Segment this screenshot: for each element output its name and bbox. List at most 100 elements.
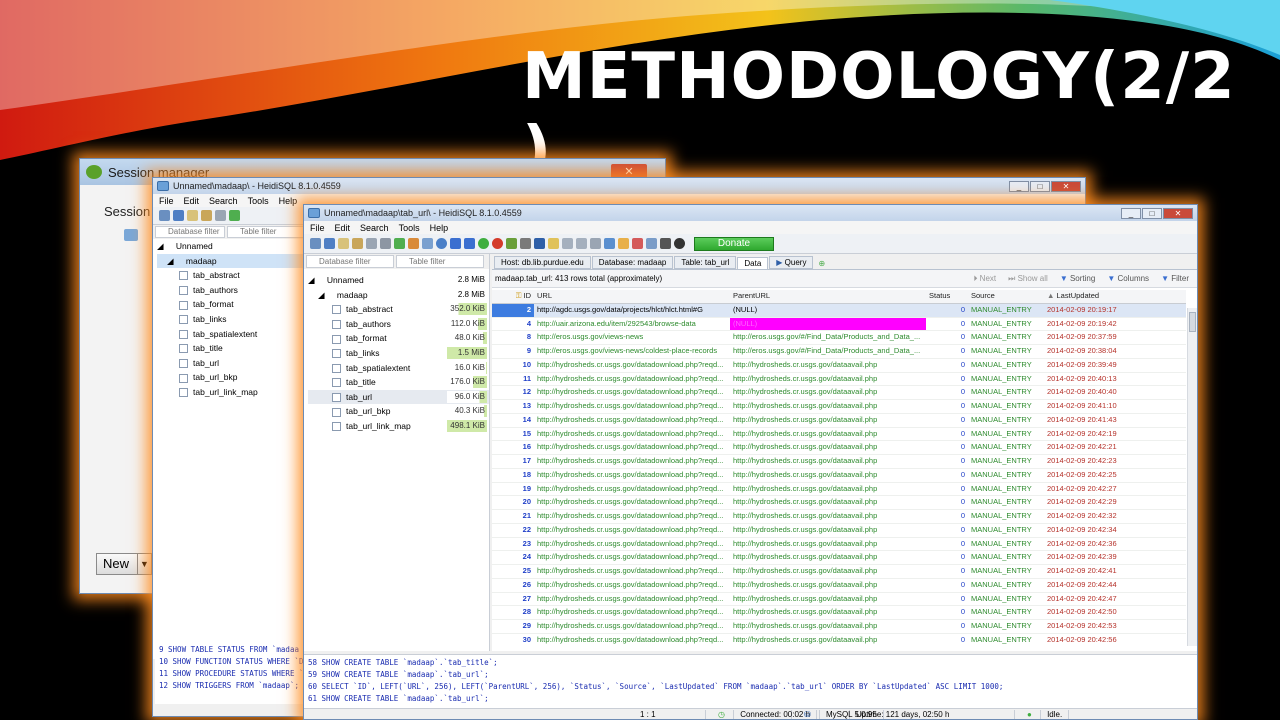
sorting-button[interactable]: ▼ Sorting bbox=[1060, 274, 1096, 284]
table-cell-parenturl[interactable]: http://hydrosheds.cr.usgs.gov/dataavail.… bbox=[730, 550, 926, 565]
tree-table[interactable]: tab_spatialextent bbox=[157, 327, 303, 342]
table-cell-id[interactable]: 23 bbox=[492, 537, 534, 552]
tree-table[interactable]: tab_url 96.0 KiB bbox=[308, 389, 489, 405]
save-sql-icon[interactable] bbox=[576, 238, 587, 249]
table-cell-status[interactable]: 0 bbox=[926, 509, 968, 524]
table-row[interactable]: 15 http://hydrosheds.cr.usgs.gov/datadown… bbox=[492, 427, 1186, 442]
export-icon[interactable] bbox=[422, 238, 433, 249]
format-icon[interactable] bbox=[604, 238, 615, 249]
table-cell-id[interactable]: 21 bbox=[492, 509, 534, 524]
table-cell-status[interactable]: 0 bbox=[926, 372, 968, 387]
table-cell-parenturl[interactable]: http://hydrosheds.cr.usgs.gov/dataavail.… bbox=[730, 495, 926, 510]
table-row[interactable]: 18 http://hydrosheds.cr.usgs.gov/datadown… bbox=[492, 468, 1186, 483]
menu-tools[interactable]: Tools bbox=[399, 223, 420, 233]
tree-server[interactable]: ◢ Unnamed 2.8 MiB bbox=[308, 273, 489, 288]
table-cell-status[interactable]: 0 bbox=[926, 317, 968, 332]
table-row[interactable]: 2 http://agdc.usgs.gov/data/projects/hlct… bbox=[492, 303, 1186, 318]
table-cell-url[interactable]: http://uair.arizona.edu/item/292543/brow… bbox=[534, 317, 730, 332]
table-cell-source[interactable]: MANUAL_ENTRY bbox=[968, 427, 1044, 442]
column-header-lastupdated[interactable]: ▲ LastUpdated bbox=[1044, 290, 1132, 304]
table-cell-lastupdated[interactable]: 2014-02-09 20:42:19 bbox=[1044, 427, 1132, 442]
column-header-parenturl[interactable]: ParentURL bbox=[730, 290, 926, 304]
highlight-icon[interactable] bbox=[632, 238, 643, 249]
table-row[interactable]: 22 http://hydrosheds.cr.usgs.gov/datadown… bbox=[492, 523, 1186, 538]
tree-table[interactable]: tab_title bbox=[157, 341, 303, 356]
table-cell-url[interactable]: http://hydrosheds.cr.usgs.gov/datadownlo… bbox=[534, 619, 730, 634]
table-cell-parenturl[interactable]: http://hydrosheds.cr.usgs.gov/dataavail.… bbox=[730, 578, 926, 593]
table-cell-url[interactable]: http://hydrosheds.cr.usgs.gov/datadownlo… bbox=[534, 495, 730, 510]
new-tab-icon[interactable]: ⊕ bbox=[814, 258, 829, 269]
menu-file[interactable]: File bbox=[310, 223, 325, 233]
table-cell-url[interactable]: http://hydrosheds.cr.usgs.gov/datadownlo… bbox=[534, 427, 730, 442]
table-cell-lastupdated[interactable]: 2014-02-09 20:19:42 bbox=[1044, 317, 1132, 332]
table-cell-status[interactable]: 0 bbox=[926, 633, 968, 646]
table-cell-id[interactable]: 11 bbox=[492, 372, 534, 387]
insert-record-icon[interactable] bbox=[478, 238, 489, 249]
table-cell-id[interactable]: 16 bbox=[492, 440, 534, 455]
filter-button[interactable]: ▼ Filter bbox=[1161, 274, 1189, 284]
tree-table[interactable]: tab_links 1.5 MiB bbox=[308, 346, 489, 361]
database-filter-input[interactable]: Database filter bbox=[155, 226, 225, 238]
table-cell-lastupdated[interactable]: 2014-02-09 20:42:44 bbox=[1044, 578, 1132, 593]
table-cell-status[interactable]: 0 bbox=[926, 454, 968, 469]
table-cell-source[interactable]: MANUAL_ENTRY bbox=[968, 482, 1044, 497]
menu-file[interactable]: File bbox=[159, 196, 174, 206]
table-cell-lastupdated[interactable]: 2014-02-09 20:42:47 bbox=[1044, 592, 1132, 607]
table-cell-source[interactable]: MANUAL_ENTRY bbox=[968, 344, 1044, 359]
table-cell-lastupdated[interactable]: 2014-02-09 20:42:29 bbox=[1044, 495, 1132, 510]
tree-table[interactable]: tab_authors 112.0 KiB bbox=[308, 317, 489, 332]
table-cell-parenturl[interactable]: http://hydrosheds.cr.usgs.gov/dataavail.… bbox=[730, 633, 926, 646]
columns-button[interactable]: ▼ Columns bbox=[1107, 274, 1149, 284]
maximize-button[interactable]: □ bbox=[1030, 180, 1050, 192]
table-cell-id[interactable]: 13 bbox=[492, 399, 534, 414]
table-cell-lastupdated[interactable]: 2014-02-09 20:42:27 bbox=[1044, 482, 1132, 497]
table-cell-url[interactable]: http://agdc.usgs.gov/data/projects/hlct/… bbox=[534, 303, 730, 318]
paste-icon[interactable] bbox=[352, 238, 363, 249]
copy-icon[interactable] bbox=[187, 210, 198, 221]
table-cell-source[interactable]: MANUAL_ENTRY bbox=[968, 592, 1044, 607]
donate-button[interactable]: Donate bbox=[694, 236, 774, 251]
close-button[interactable]: ✕ bbox=[1163, 207, 1193, 219]
menu-help[interactable]: Help bbox=[279, 196, 298, 206]
table-cell-id[interactable]: 14 bbox=[492, 413, 534, 428]
first-record-icon[interactable] bbox=[450, 238, 461, 249]
maximize-button[interactable]: □ bbox=[1142, 207, 1162, 219]
stop-icon[interactable] bbox=[674, 238, 685, 249]
tree-table[interactable]: tab_abstract bbox=[157, 268, 303, 283]
table-cell-lastupdated[interactable]: 2014-02-09 20:42:39 bbox=[1044, 550, 1132, 565]
tree-table[interactable]: tab_abstract 352.0 KiB bbox=[308, 302, 489, 317]
chevron-down-icon[interactable]: ▼ bbox=[137, 554, 151, 574]
table-cell-url[interactable]: http://hydrosheds.cr.usgs.gov/datadownlo… bbox=[534, 413, 730, 428]
table-cell-lastupdated[interactable]: 2014-02-09 20:42:56 bbox=[1044, 633, 1132, 646]
table-cell-status[interactable]: 0 bbox=[926, 303, 968, 318]
table-cell-parenturl[interactable]: http://hydrosheds.cr.usgs.gov/dataavail.… bbox=[730, 509, 926, 524]
post-icon[interactable] bbox=[506, 238, 517, 249]
table-cell-url[interactable]: http://eros.usgs.gov/views-news/coldest-… bbox=[534, 344, 730, 359]
table-cell-url[interactable]: http://hydrosheds.cr.usgs.gov/datadownlo… bbox=[534, 482, 730, 497]
table-cell-id[interactable]: 19 bbox=[492, 482, 534, 497]
table-cell-parenturl[interactable]: http://hydrosheds.cr.usgs.gov/dataavail.… bbox=[730, 399, 926, 414]
table-cell-status[interactable]: 0 bbox=[926, 413, 968, 428]
tree-table[interactable]: tab_authors bbox=[157, 283, 303, 298]
table-row[interactable]: 17 http://hydrosheds.cr.usgs.gov/datadown… bbox=[492, 454, 1186, 469]
tree-table[interactable]: tab_title 176.0 KiB bbox=[308, 375, 489, 390]
close-button[interactable]: ✕ bbox=[1051, 180, 1081, 192]
table-cell-id[interactable]: 30 bbox=[492, 633, 534, 646]
table-cell-lastupdated[interactable]: 2014-02-09 20:42:50 bbox=[1044, 605, 1132, 620]
menu-edit[interactable]: Edit bbox=[184, 196, 200, 206]
text-wrap-icon[interactable] bbox=[618, 238, 629, 249]
table-cell-source[interactable]: MANUAL_ENTRY bbox=[968, 564, 1044, 579]
menu-search[interactable]: Search bbox=[209, 196, 238, 206]
table-cell-parenturl[interactable]: http://hydrosheds.cr.usgs.gov/dataavail.… bbox=[730, 605, 926, 620]
show-all-button[interactable]: ⏭ Show all bbox=[1008, 274, 1048, 284]
tab-host[interactable]: Host: db.lib.purdue.edu bbox=[494, 256, 591, 269]
table-row[interactable]: 21 http://hydrosheds.cr.usgs.gov/datadown… bbox=[492, 509, 1186, 524]
table-row[interactable]: 30 http://hydrosheds.cr.usgs.gov/datadown… bbox=[492, 633, 1186, 646]
table-cell-lastupdated[interactable]: 2014-02-09 20:42:25 bbox=[1044, 468, 1132, 483]
table-cell-parenturl[interactable]: http://hydrosheds.cr.usgs.gov/dataavail.… bbox=[730, 482, 926, 497]
connect-icon[interactable] bbox=[310, 238, 321, 249]
table-cell-url[interactable]: http://hydrosheds.cr.usgs.gov/datadownlo… bbox=[534, 592, 730, 607]
table-cell-status[interactable]: 0 bbox=[926, 495, 968, 510]
table-row[interactable]: 4 http://uair.arizona.edu/item/292543/bro… bbox=[492, 317, 1186, 332]
table-cell-id[interactable]: 15 bbox=[492, 427, 534, 442]
